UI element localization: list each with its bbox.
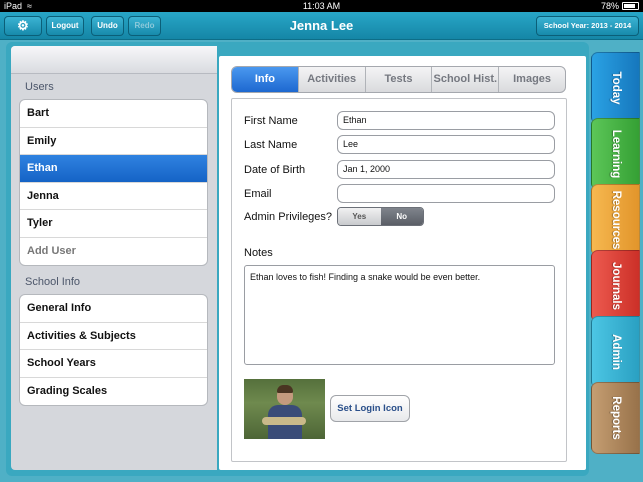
add-user-button[interactable]: Add User bbox=[20, 238, 207, 266]
school-info-grading[interactable]: Grading Scales bbox=[20, 378, 207, 406]
nav-bar: Jenna Lee ⚙ Logout Undo Redo School Year… bbox=[0, 12, 643, 40]
tab-school-history[interactable]: School Hist. bbox=[432, 67, 500, 92]
side-tab-today[interactable]: Today bbox=[591, 52, 640, 124]
settings-button[interactable]: ⚙ bbox=[4, 16, 42, 36]
last-name-label: Last Name bbox=[244, 139, 298, 151]
admin-yes-button[interactable]: Yes bbox=[338, 208, 381, 225]
school-info-list: General Info Activities & Subjects Schoo… bbox=[19, 294, 208, 406]
side-tab-resources[interactable]: Resources bbox=[591, 184, 640, 256]
user-item-ethan[interactable]: Ethan bbox=[20, 155, 207, 183]
status-bar: iPad ≈ 11:03 AM 78% bbox=[0, 0, 643, 12]
tab-tests[interactable]: Tests bbox=[366, 67, 433, 92]
users-section-label: Users bbox=[25, 81, 54, 93]
school-info-activities[interactable]: Activities & Subjects bbox=[20, 323, 207, 350]
battery-percent: 78% bbox=[600, 1, 619, 11]
side-tab-admin[interactable]: Admin bbox=[591, 316, 640, 388]
tab-activities[interactable]: Activities bbox=[299, 67, 366, 92]
user-item-bart[interactable]: Bart bbox=[20, 100, 207, 128]
first-name-label: First Name bbox=[244, 115, 298, 127]
tab-info[interactable]: Info bbox=[232, 67, 299, 92]
user-item-emily[interactable]: Emily bbox=[20, 128, 207, 155]
school-info-section-label: School Info bbox=[25, 276, 81, 288]
redo-button[interactable]: Redo bbox=[128, 16, 161, 36]
user-item-tyler[interactable]: Tyler bbox=[20, 210, 207, 238]
segmented-tabs: Info Activities Tests School Hist. Image… bbox=[231, 66, 566, 93]
dob-label: Date of Birth bbox=[244, 164, 306, 176]
users-list: Bart Emily Ethan Jenna Tyler Add User bbox=[19, 99, 208, 266]
email-label: Email bbox=[244, 188, 272, 200]
school-info-general[interactable]: General Info bbox=[20, 295, 207, 323]
user-item-jenna[interactable]: Jenna bbox=[20, 183, 207, 210]
gear-icon: ⚙ bbox=[17, 18, 29, 33]
tab-images[interactable]: Images bbox=[499, 67, 565, 92]
sidebar-header bbox=[11, 46, 217, 74]
school-year-button[interactable]: School Year: 2013 - 2014 bbox=[536, 16, 639, 36]
last-name-field[interactable]: Lee bbox=[337, 135, 555, 154]
notes-label: Notes bbox=[244, 247, 273, 259]
notes-textarea[interactable]: Ethan loves to fish! Finding a snake wou… bbox=[244, 265, 555, 365]
side-tab-reports[interactable]: Reports bbox=[591, 382, 640, 454]
admin-privileges-toggle: Yes No bbox=[337, 207, 424, 226]
admin-no-button[interactable]: No bbox=[380, 208, 423, 225]
school-info-years[interactable]: School Years bbox=[20, 350, 207, 378]
dob-field[interactable]: Jan 1, 2000 bbox=[337, 160, 555, 179]
admin-privileges-label: Admin Privileges? bbox=[244, 211, 333, 223]
undo-button[interactable]: Undo bbox=[91, 16, 124, 36]
battery-icon bbox=[622, 2, 639, 10]
first-name-field[interactable]: Ethan bbox=[337, 111, 555, 130]
user-photo[interactable] bbox=[244, 379, 325, 439]
email-field[interactable] bbox=[337, 184, 555, 203]
side-tab-learning[interactable]: Learning bbox=[591, 118, 640, 190]
info-form: First Name Ethan Last Name Lee Date of B… bbox=[231, 98, 567, 462]
side-tab-journals[interactable]: Journals bbox=[591, 250, 640, 322]
sidebar: Users Bart Emily Ethan Jenna Tyler Add U… bbox=[11, 46, 217, 470]
clock: 11:03 AM bbox=[302, 1, 341, 11]
logout-button[interactable]: Logout bbox=[46, 16, 84, 36]
set-login-icon-button[interactable]: Set Login Icon bbox=[330, 395, 410, 422]
detail-panel: Info Activities Tests School Hist. Image… bbox=[219, 56, 586, 470]
